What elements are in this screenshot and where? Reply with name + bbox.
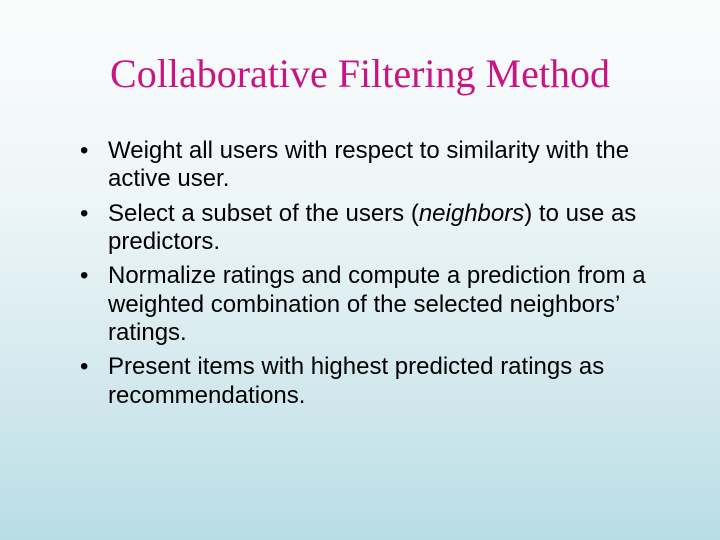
bullet-italic: neighbors <box>419 200 524 227</box>
bullet-list: Weight all users with respect to similar… <box>80 137 660 410</box>
list-item: Normalize ratings and compute a predicti… <box>80 262 660 347</box>
list-item: Weight all users with respect to similar… <box>80 137 660 194</box>
bullet-text: Select a subset of the users ( <box>108 200 419 227</box>
slide: Collaborative Filtering Method Weight al… <box>0 0 720 540</box>
list-item: Select a subset of the users (neighbors)… <box>80 200 660 257</box>
bullet-text: Present items with highest predicted rat… <box>108 353 604 408</box>
bullet-text: Weight all users with respect to similar… <box>108 137 629 192</box>
bullet-text: Normalize ratings and compute a predicti… <box>108 262 646 346</box>
slide-title: Collaborative Filtering Method <box>50 50 670 97</box>
list-item: Present items with highest predicted rat… <box>80 353 660 410</box>
